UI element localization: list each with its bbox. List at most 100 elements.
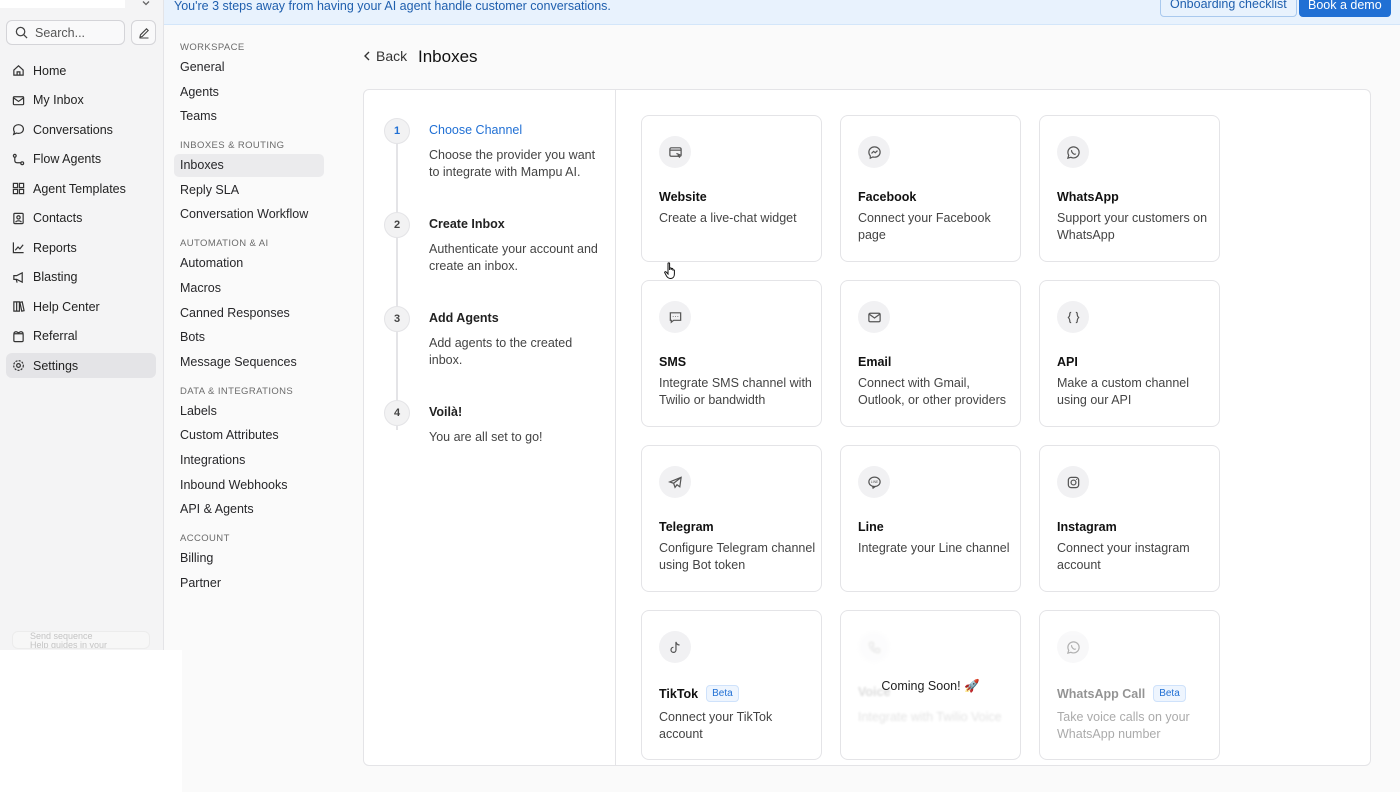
blank-area bbox=[0, 650, 182, 792]
channel-description: Create a live-chat widget bbox=[659, 211, 797, 225]
settings-item-message-sequences[interactable]: Message Sequences bbox=[174, 351, 324, 374]
step-number: 3 bbox=[384, 306, 410, 332]
sidebar-item-home[interactable]: Home bbox=[6, 58, 156, 83]
sidebar-item-label: Reports bbox=[33, 240, 77, 255]
contacts-icon bbox=[12, 212, 25, 225]
sidebar-item-conversations[interactable]: Conversations bbox=[6, 117, 156, 142]
settings-item-labels[interactable]: Labels bbox=[174, 400, 324, 423]
megaphone-icon bbox=[12, 271, 25, 284]
search-field[interactable] bbox=[6, 20, 125, 45]
channel-name-row: WhatsApp bbox=[1057, 190, 1119, 204]
chevron-down-icon[interactable] bbox=[140, 0, 152, 9]
book-demo-button[interactable]: Book a demo bbox=[1299, 0, 1391, 17]
sidebar-item-contacts[interactable]: Contacts bbox=[6, 206, 156, 231]
channel-card-instagram[interactable]: Instagram Connect your instagram account bbox=[1039, 445, 1220, 592]
channel-name: API bbox=[1057, 355, 1078, 369]
workspace-switcher[interactable] bbox=[0, 0, 125, 8]
sidebar-item-help-center[interactable]: Help Center bbox=[6, 294, 156, 319]
gear-icon bbox=[12, 359, 25, 372]
sidebar-item-settings[interactable]: Settings bbox=[6, 353, 156, 378]
sidebar-item-label: Blasting bbox=[33, 270, 78, 284]
settings-item-api-agents[interactable]: API & Agents bbox=[174, 498, 324, 521]
channel-card-api[interactable]: API Make a custom channel using our API bbox=[1039, 280, 1220, 427]
settings-item-automation[interactable]: Automation bbox=[174, 252, 324, 275]
compose-button[interactable] bbox=[131, 20, 156, 45]
channel-name-row: Website bbox=[659, 190, 707, 204]
channel-card-telegram[interactable]: Telegram Configure Telegram channel using… bbox=[641, 445, 822, 592]
channel-description: Integrate SMS channel with Twilio or ban… bbox=[659, 376, 812, 407]
channel-description: Support your customers on WhatsApp bbox=[1057, 211, 1208, 242]
settings-item-canned-responses[interactable]: Canned Responses bbox=[174, 302, 324, 325]
channel-card-website[interactable]: Website Create a live-chat widget bbox=[641, 115, 822, 262]
settings-item-integrations[interactable]: Integrations bbox=[174, 449, 324, 472]
coming-soon-label: Coming Soon! 🚀 bbox=[881, 679, 980, 693]
settings-item-billing[interactable]: Billing bbox=[174, 547, 324, 570]
whatsapp-icon bbox=[1057, 136, 1089, 168]
channel-card-facebook[interactable]: Facebook Connect your Facebook page bbox=[840, 115, 1021, 262]
back-link[interactable]: Back bbox=[362, 48, 407, 64]
settings-item-inboxes[interactable]: Inboxes bbox=[174, 154, 324, 178]
sidebar-item-my-inbox[interactable]: My Inbox bbox=[6, 88, 156, 113]
settings-item-general[interactable]: General bbox=[174, 56, 324, 79]
channel-name-row: Instagram bbox=[1057, 520, 1117, 534]
api-icon bbox=[1057, 301, 1089, 333]
sidebar-item-blasting[interactable]: Blasting bbox=[6, 265, 156, 290]
onboarding-banner: You're 3 steps away from having your AI … bbox=[164, 0, 1400, 25]
beta-badge: Beta bbox=[1153, 685, 1186, 702]
settings-item-macros[interactable]: Macros bbox=[174, 277, 324, 300]
channel-name: WhatsApp bbox=[1057, 190, 1119, 204]
sidebar-item-referral[interactable]: Referral bbox=[6, 324, 156, 349]
chat-icon bbox=[12, 123, 25, 136]
channel-card-voice: Voice Integrate with Twilio Voice Coming S… bbox=[840, 610, 1021, 760]
settings-item-conversation-workflow[interactable]: Conversation Workflow bbox=[174, 203, 324, 226]
channel-name: SMS bbox=[659, 355, 687, 369]
channel-description: Take voice calls on your WhatsApp number bbox=[1057, 710, 1190, 741]
channel-name-row: SMS bbox=[659, 355, 686, 369]
pointer-cursor-icon bbox=[664, 262, 678, 280]
step-title: Choose Channel bbox=[429, 123, 523, 137]
step-description: You are all set to go! bbox=[429, 430, 543, 444]
edit-icon bbox=[138, 27, 150, 39]
sidebar-item-label: Settings bbox=[33, 358, 79, 373]
channel-card-tiktok[interactable]: TikTok Beta Connect your TikTok account bbox=[641, 610, 822, 760]
channel-name-row: Telegram bbox=[659, 520, 714, 534]
onboarding-checklist-button[interactable]: Onboarding checklist bbox=[1160, 0, 1297, 17]
whatsapp-icon bbox=[1057, 631, 1089, 663]
settings-item-bots[interactable]: Bots bbox=[174, 326, 324, 349]
settings-item-inbound-webhooks[interactable]: Inbound Webhooks bbox=[174, 474, 324, 497]
channel-name-row: API bbox=[1057, 355, 1078, 369]
channel-name: WhatsApp Call bbox=[1057, 686, 1146, 701]
sidebar-item-flow-agents[interactable]: Flow Agents bbox=[6, 147, 156, 172]
step-number: 2 bbox=[384, 212, 410, 238]
channel-name: Email bbox=[858, 355, 892, 369]
settings-item-teams[interactable]: Teams bbox=[174, 105, 324, 128]
settings-item-partner[interactable]: Partner bbox=[174, 572, 324, 595]
channel-card-line[interactable]: LINE Line Integrate your Line channel bbox=[840, 445, 1021, 592]
settings-item-reply-sla[interactable]: Reply SLA bbox=[174, 179, 324, 202]
channel-card-sms[interactable]: SMS Integrate SMS channel with Twilio or … bbox=[641, 280, 822, 427]
settings-item-agents[interactable]: Agents bbox=[174, 81, 324, 104]
sidebar-item-label: Contacts bbox=[33, 211, 83, 225]
channel-name: Instagram bbox=[1057, 520, 1117, 534]
back-label: Back bbox=[376, 48, 408, 64]
sidebar-item-label: Referral bbox=[33, 329, 78, 343]
settings-menu: WORKSPACE General Agents Teams INBOXES & ROU… bbox=[174, 40, 324, 596]
settings-group-heading: WORKSPACE bbox=[180, 42, 245, 53]
banner-text: You're 3 steps away from having your AI … bbox=[174, 0, 611, 13]
chart-icon bbox=[12, 241, 25, 254]
setup-steps: 1 Choose Channel Choose the provider you w… bbox=[364, 90, 616, 765]
channel-description: Connect your TikTok account bbox=[659, 710, 773, 741]
step-number: 1 bbox=[384, 118, 410, 144]
sidebar-item-label: Agent Templates bbox=[33, 181, 126, 196]
settings-item-custom-attributes[interactable]: Custom Attributes bbox=[174, 424, 324, 447]
sidebar-nav: Home My Inbox Conversations Flow Agents Agen… bbox=[6, 58, 156, 383]
channel-card-whatsapp-call[interactable]: WhatsApp Call Beta Take voice calls on you… bbox=[1039, 610, 1220, 760]
sidebar-item-reports[interactable]: Reports bbox=[6, 235, 156, 260]
sidebar-item-agent-templates[interactable]: Agent Templates bbox=[6, 176, 156, 201]
sidebar-footer-tip[interactable]: Send sequence Help guides in your bbox=[12, 631, 150, 649]
channel-card-whatsapp[interactable]: WhatsApp Support your customers on WhatsA… bbox=[1039, 115, 1220, 262]
line-icon: LINE bbox=[858, 466, 890, 498]
search-input[interactable] bbox=[35, 25, 115, 40]
channel-card-email[interactable]: Email Connect with Gmail, Outlook, or oth… bbox=[840, 280, 1021, 427]
channel-description: Configure Telegram channel using Bot tok… bbox=[659, 541, 816, 572]
